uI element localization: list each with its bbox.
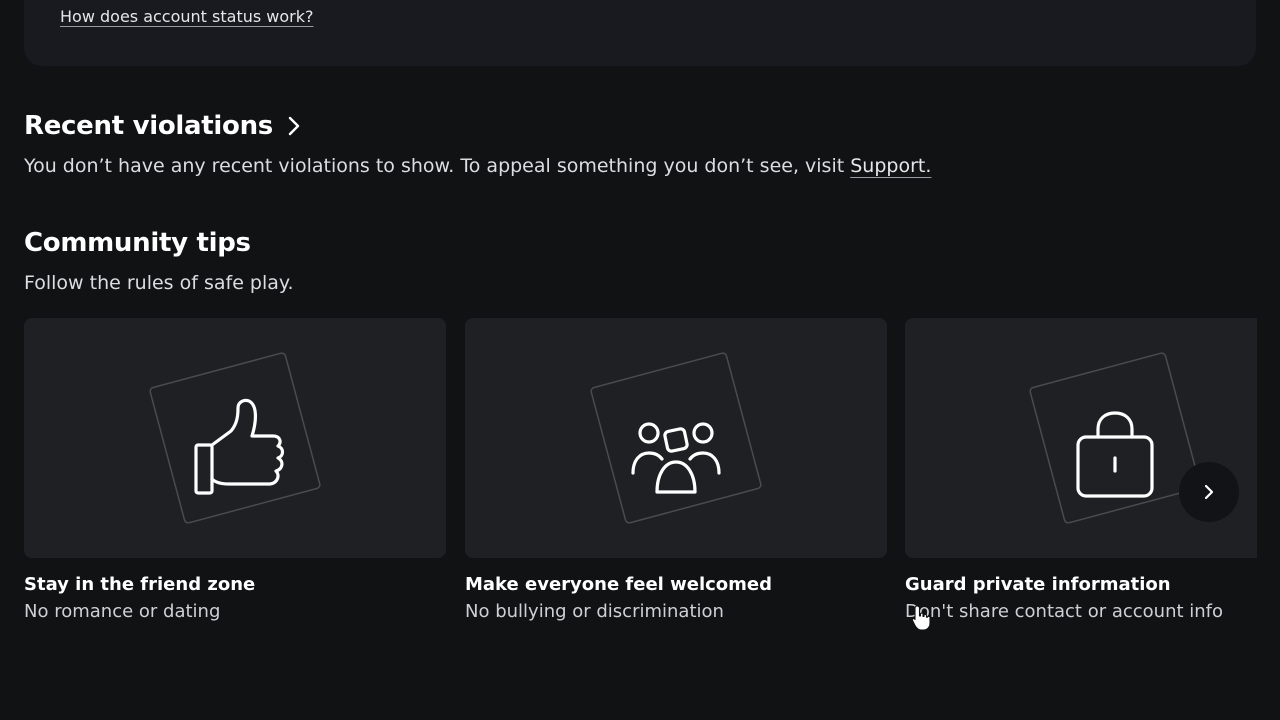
people-group-icon	[590, 352, 762, 524]
carousel-next-button[interactable]	[1179, 462, 1239, 522]
recent-violations-title: Recent violations	[24, 111, 273, 141]
account-status-help-link[interactable]: How does account status work?	[60, 7, 314, 26]
tip-card-title: Guard private information	[905, 574, 1171, 595]
tip-card-subtitle: Don't share contact or account info	[905, 601, 1224, 622]
tip-card-image	[465, 318, 887, 558]
support-link[interactable]: Support.	[850, 155, 931, 177]
tip-card-title: Stay in the friend zone	[24, 574, 256, 595]
tip-card-subtitle: No bullying or discrimination	[465, 601, 724, 622]
account-status-page: How does account status work? Recent vio…	[0, 0, 1280, 720]
recent-violations-heading[interactable]: Recent violations	[24, 111, 303, 141]
tip-card-image	[24, 318, 446, 558]
chevron-right-icon	[288, 116, 300, 136]
community-tips-subtitle: Follow the rules of safe play.	[24, 272, 294, 294]
tip-card-subtitle: No romance or dating	[24, 601, 221, 622]
thumbs-up-icon	[149, 352, 321, 524]
chevron-right-icon	[1204, 484, 1214, 500]
recent-violations-text: You don’t have any recent violations to …	[24, 155, 931, 177]
tip-card-friend-zone[interactable]: Stay in the friend zone No romance or da…	[24, 318, 446, 622]
community-tips-title: Community tips	[24, 228, 251, 258]
tip-card-title: Make everyone feel welcomed	[465, 574, 773, 595]
tip-card-welcomed[interactable]: Make everyone feel welcomed No bullying …	[465, 318, 887, 622]
recent-violations-message: You don’t have any recent violations to …	[24, 155, 851, 177]
tip-card-image	[905, 318, 1257, 558]
